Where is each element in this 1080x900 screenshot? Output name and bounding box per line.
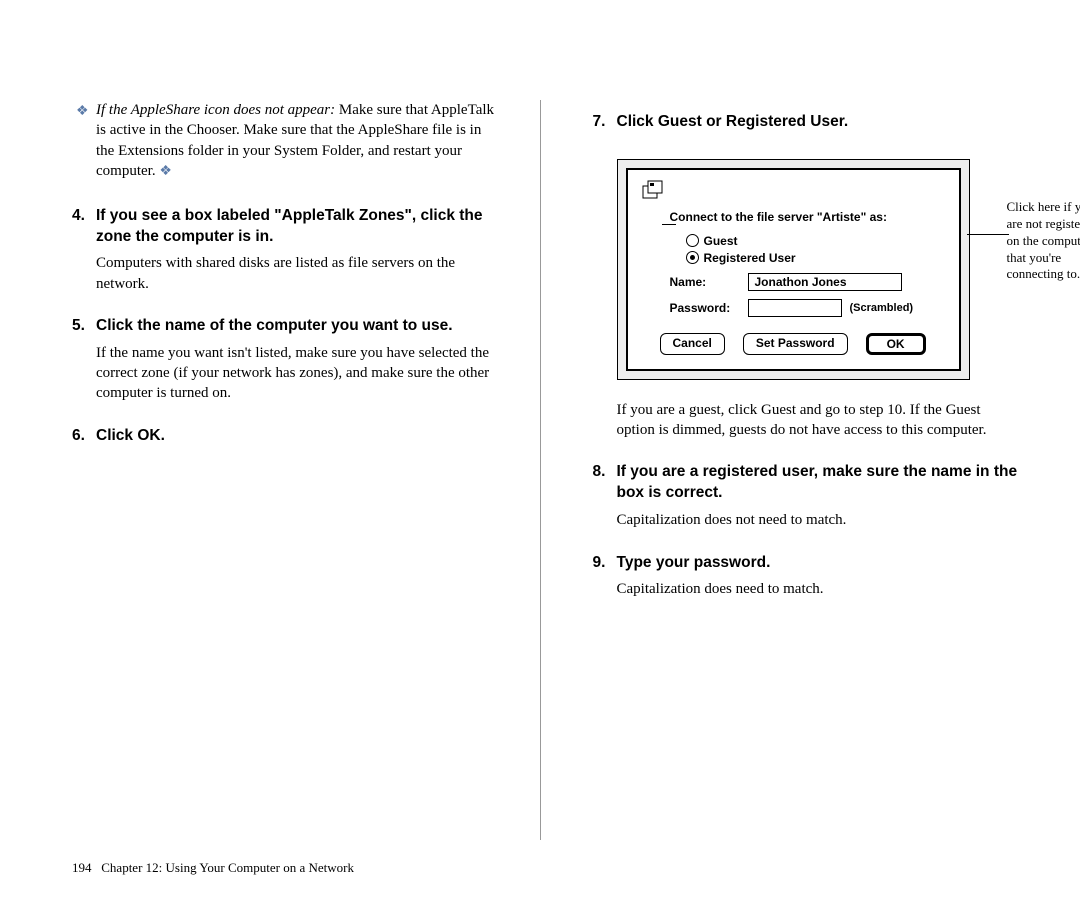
column-divider (540, 100, 541, 840)
password-label: Password: (670, 301, 740, 315)
step-heading-text: If you see a box labeled "AppleTalk Zone… (96, 207, 483, 245)
step-number: 7. (593, 112, 606, 133)
registered-label: Registered User (704, 251, 796, 265)
dialog-title: Connect to the file server "Artiste" as: (670, 210, 945, 224)
callout-line (967, 234, 1009, 235)
radio-connector (662, 224, 676, 226)
step-heading-text: Click Guest or Registered User. (617, 113, 849, 130)
tip-lead: If the AppleShare icon does not appear: (96, 102, 335, 118)
step-4-body: Computers with shared disks are listed a… (60, 253, 500, 294)
name-label: Name: (670, 275, 740, 289)
name-field[interactable]: Jonathon Jones (748, 273, 902, 291)
cancel-button[interactable]: Cancel (660, 333, 725, 355)
scrambled-note: (Scrambled) (850, 302, 914, 314)
step-heading-text: If you are a registered user, make sure … (617, 463, 1018, 501)
password-field[interactable] (748, 299, 842, 317)
step-6-heading: 6. Click OK. (60, 426, 500, 447)
step-8-body: Capitalization does not need to match. (581, 510, 1021, 530)
step-7-post: If you are a guest, click Guest and go t… (581, 400, 1021, 441)
chapter-title: Chapter 12: Using Your Computer on a Net… (101, 860, 354, 875)
note-tip: ❖ If the AppleShare icon does not appear… (60, 100, 500, 182)
step-number: 8. (593, 462, 606, 483)
step-heading-text: Click OK. (96, 427, 165, 444)
step-number: 9. (593, 553, 606, 574)
registered-user-radio[interactable]: Registered User (686, 251, 945, 265)
step-8-heading: 8. If you are a registered user, make su… (581, 462, 1021, 504)
guest-label: Guest (704, 234, 738, 248)
step-5-body: If the name you want isn't listed, make … (60, 343, 500, 404)
radio-icon (686, 251, 699, 264)
ok-button[interactable]: OK (866, 333, 926, 355)
step-9-body: Capitalization does need to match. (581, 579, 1021, 599)
set-password-button[interactable]: Set Password (743, 333, 848, 355)
step-heading-text: Click the name of the computer you want … (96, 317, 453, 334)
step-5-heading: 5. Click the name of the computer you wa… (60, 316, 500, 337)
radio-icon (686, 234, 699, 247)
diamond-bullet-icon: ❖ (76, 103, 89, 122)
diamond-close-icon: ❖ (159, 163, 172, 182)
step-number: 4. (72, 206, 85, 227)
callout-text: Click here if you are not registered on … (1007, 199, 1080, 283)
guest-radio[interactable]: Guest (686, 234, 945, 248)
step-heading-text: Type your password. (617, 554, 771, 571)
dialog-figure: Connect to the file server "Artiste" as:… (617, 159, 1021, 380)
step-4-heading: 4. If you see a box labeled "AppleTalk Z… (60, 206, 500, 248)
step-7-heading: 7. Click Guest or Registered User. (581, 112, 1021, 133)
step-9-heading: 9. Type your password. (581, 553, 1021, 574)
page-footer: 194 Chapter 12: Using Your Computer on a… (72, 860, 354, 876)
appleshare-icon (642, 180, 666, 200)
connect-dialog: Connect to the file server "Artiste" as:… (626, 168, 961, 371)
step-number: 6. (72, 426, 85, 447)
step-number: 5. (72, 316, 85, 337)
page-number: 194 (72, 860, 92, 875)
